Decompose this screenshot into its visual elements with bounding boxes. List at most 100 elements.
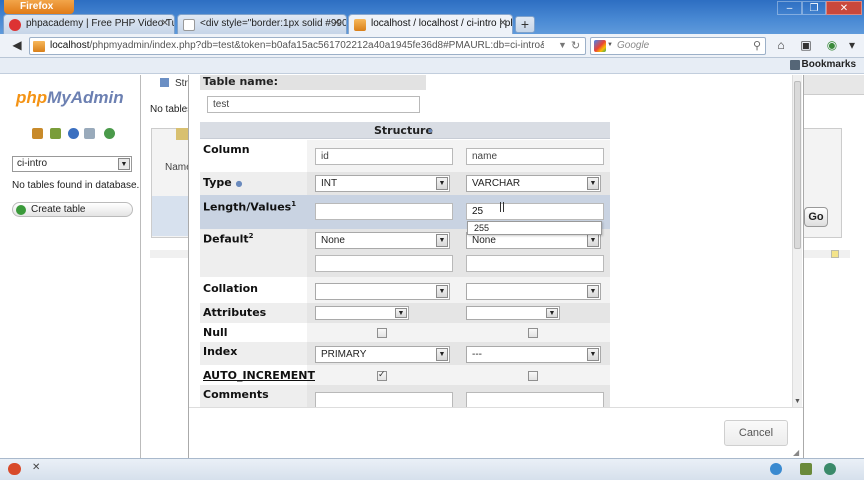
globe-icon[interactable] xyxy=(770,463,782,475)
autocomplete-suggestion[interactable]: 255 xyxy=(467,221,602,235)
collation-select-1[interactable]: ▼ xyxy=(315,283,450,300)
close-icon[interactable]: ✕ xyxy=(32,462,40,473)
tab-div-style[interactable]: <div style="border:1px solid #990000;...… xyxy=(177,14,347,34)
chevron-down-icon: ▼ xyxy=(587,177,599,190)
extension-icon[interactable]: ◉ xyxy=(823,37,841,55)
auto-increment-checkbox-1[interactable] xyxy=(377,369,387,381)
row-column: Column id name xyxy=(200,140,610,172)
phpmyadmin-logo[interactable]: phpMyAdmin xyxy=(16,88,124,108)
addon-icon[interactable]: ▣ xyxy=(797,37,815,55)
dropdown-arrow-icon[interactable]: ▼ xyxy=(607,42,613,48)
site-icon xyxy=(33,41,45,52)
default-select-1[interactable]: None ▼ xyxy=(315,232,450,249)
go-button[interactable]: Go xyxy=(804,207,828,227)
row-type: Type ● INT ▼ VARCHAR ▼ xyxy=(200,172,610,195)
tab-title: phpacademy | Free PHP Video Tutori... xyxy=(26,18,174,29)
chevron-down-icon: ▼ xyxy=(436,285,448,298)
close-window-button[interactable]: ✕ xyxy=(826,1,862,15)
back-arrow-icon[interactable]: ◀ xyxy=(8,37,26,55)
url-text: localhost/phpmyadmin/index.php?db=test&t… xyxy=(50,40,544,51)
docs-icon[interactable] xyxy=(84,128,95,139)
addon-status-icon[interactable] xyxy=(8,463,21,475)
null-checkbox-2[interactable] xyxy=(528,328,538,338)
table-name-input[interactable]: test xyxy=(207,96,420,113)
column-name-input-2[interactable]: name xyxy=(466,148,604,165)
collation-select-2[interactable]: ▼ xyxy=(466,283,601,300)
index-select-1[interactable]: PRIMARY ▼ xyxy=(315,346,450,363)
structure-tab[interactable]: Str xyxy=(160,78,188,89)
bookmarks-label[interactable]: Bookmarks xyxy=(802,59,856,70)
dialog-scrollbar[interactable]: ▼ xyxy=(792,75,802,407)
close-icon[interactable]: ✕ xyxy=(333,18,341,29)
text-cursor-icon xyxy=(500,202,504,212)
attributes-select-2[interactable]: ▼ xyxy=(466,306,560,320)
length-label: Length/Values1 xyxy=(203,200,297,214)
firefox-menu-button[interactable]: Firefox xyxy=(4,0,74,14)
chevron-down-icon: ▼ xyxy=(436,234,448,247)
dialog-content: Table name: test Structure ● Column id n… xyxy=(200,75,792,407)
query-icon[interactable] xyxy=(68,128,79,139)
create-table-label: Create table xyxy=(31,204,86,215)
resize-grip-icon[interactable]: ◢ xyxy=(793,448,799,457)
column-name-input-1[interactable]: id xyxy=(315,148,453,165)
null-checkbox-1[interactable] xyxy=(377,328,387,338)
logout-icon[interactable] xyxy=(50,128,61,139)
type-label: Type ● xyxy=(203,176,243,189)
plugin-icon[interactable] xyxy=(800,463,812,475)
minimize-button[interactable]: – xyxy=(777,1,802,15)
bookmarks-toolbar: Bookmarks xyxy=(0,58,864,74)
scrollbar-thumb[interactable] xyxy=(794,81,801,249)
database-select[interactable]: ci-intro ▼ xyxy=(12,156,132,172)
scroll-down-icon[interactable]: ▼ xyxy=(794,398,801,405)
auto-increment-checkbox-2[interactable] xyxy=(528,371,538,381)
row-null: Null xyxy=(200,323,610,342)
create-table-button[interactable]: Create table xyxy=(12,202,133,217)
cancel-button[interactable]: Cancel xyxy=(724,420,788,446)
tab-title: <div style="border:1px solid #990000;... xyxy=(200,18,347,29)
chevron-down-icon: ▼ xyxy=(546,308,558,318)
chevron-down-icon: ▼ xyxy=(587,234,599,247)
row-collation: Collation ▼ ▼ xyxy=(200,277,610,303)
attributes-select-1[interactable]: ▼ xyxy=(315,306,409,320)
default-value-input-1[interactable] xyxy=(315,255,453,272)
reload-icon[interactable] xyxy=(104,128,115,139)
help-icon[interactable]: ● xyxy=(236,179,243,188)
tab-title: localhost / localhost / ci-intro | phpM.… xyxy=(371,18,512,29)
index-select-2[interactable]: --- ▼ xyxy=(466,346,601,363)
new-tab-button[interactable]: + xyxy=(515,16,535,33)
youtube-icon xyxy=(9,19,21,31)
maximize-button[interactable]: ❐ xyxy=(802,1,826,15)
default-value-input-2[interactable] xyxy=(466,255,604,272)
length-input-1[interactable] xyxy=(315,203,453,220)
reload-icon[interactable]: ↻ xyxy=(571,39,580,52)
row-auto-increment: AUTO_INCREMENT xyxy=(200,365,610,385)
bookmarks-icon xyxy=(790,60,800,70)
dropdown-arrow-icon[interactable]: ▼ xyxy=(558,40,567,50)
search-icon[interactable]: ⚲ xyxy=(753,39,761,52)
close-icon[interactable]: ✕ xyxy=(161,18,169,29)
help-icon[interactable]: ● xyxy=(428,126,433,135)
tab-phpmyadmin[interactable]: localhost / localhost / ci-intro | phpM.… xyxy=(348,14,513,35)
sync-icon[interactable] xyxy=(824,463,836,475)
structure-title: Structure xyxy=(374,124,433,137)
comments-input-1[interactable] xyxy=(315,392,453,407)
chevron-down-icon: ▼ xyxy=(587,285,599,298)
chevron-down-icon: ▼ xyxy=(587,348,599,361)
search-bar[interactable]: ▼ Google ⚲ xyxy=(590,37,766,55)
home-icon[interactable]: ⌂ xyxy=(772,37,790,55)
menu-icon[interactable]: ▾ xyxy=(843,37,861,55)
tab-phpacademy[interactable]: phpacademy | Free PHP Video Tutori... ✕ xyxy=(3,14,175,34)
form-row xyxy=(152,196,190,236)
page-icon xyxy=(183,19,195,31)
chevron-down-icon: ▼ xyxy=(436,348,448,361)
comments-input-2[interactable] xyxy=(466,392,604,407)
type-select-1[interactable]: INT ▼ xyxy=(315,175,450,192)
home-icon[interactable] xyxy=(32,128,43,139)
address-bar[interactable]: localhost/phpmyadmin/index.php?db=test&t… xyxy=(29,37,586,55)
type-select-2[interactable]: VARCHAR ▼ xyxy=(466,175,601,192)
database-select-value: ci-intro xyxy=(17,158,48,169)
search-input[interactable]: Google xyxy=(617,40,649,51)
index-label: Index xyxy=(203,345,238,358)
close-icon[interactable]: ✕ xyxy=(499,18,507,29)
length-input-2[interactable]: 25 xyxy=(466,203,604,220)
